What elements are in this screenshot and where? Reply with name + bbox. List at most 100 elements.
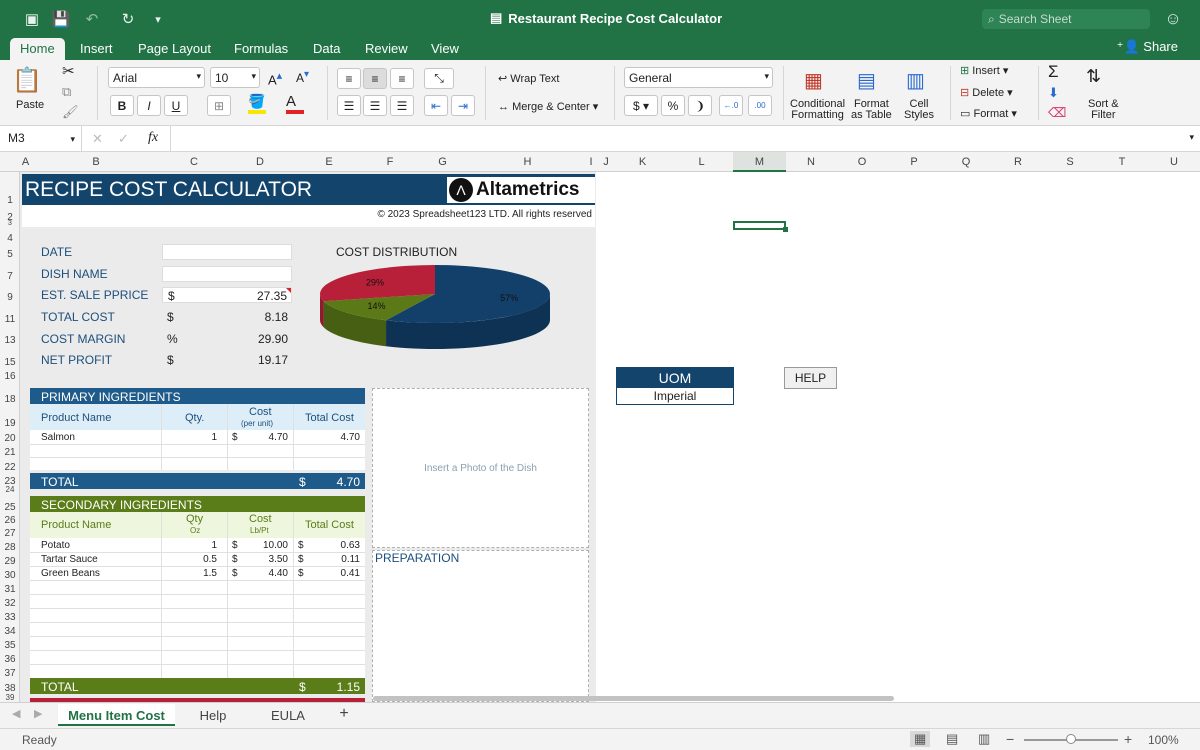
decrease-decimal-icon[interactable]: .00: [748, 95, 772, 116]
column-header[interactable]: H: [470, 156, 585, 168]
row-header[interactable]: 22: [0, 462, 20, 473]
row-header[interactable]: 26: [0, 515, 20, 526]
row-header[interactable]: 27: [0, 528, 20, 539]
row-header[interactable]: 34: [0, 626, 20, 637]
cost-distribution-chart[interactable]: 57% 14% 29%: [320, 264, 570, 360]
customize-toolbar-icon[interactable]: ▾: [148, 9, 168, 29]
row-header[interactable]: 18: [0, 394, 20, 405]
fill-handle[interactable]: [783, 227, 788, 232]
font-name-select[interactable]: Arial ▾: [108, 67, 205, 88]
row-header[interactable]: 33: [0, 612, 20, 623]
decrease-font-icon[interactable]: A▾: [296, 69, 309, 85]
page-break-view-icon[interactable]: ▥: [978, 731, 990, 747]
cell-styles-icon[interactable]: ▥: [906, 68, 925, 93]
align-bottom-icon[interactable]: ≡: [390, 68, 414, 89]
sale-price-input[interactable]: $ 27.35: [162, 287, 292, 303]
date-input[interactable]: [162, 244, 292, 260]
tab-formulas[interactable]: Formulas: [234, 38, 288, 60]
delete-cells-button[interactable]: ⊟ Delete ▾: [960, 86, 1013, 99]
zoom-slider-thumb[interactable]: [1066, 734, 1076, 744]
align-right-icon[interactable]: ☰: [390, 95, 414, 116]
underline-button[interactable]: U: [164, 95, 188, 116]
row-header[interactable]: 15: [0, 357, 20, 368]
row-header[interactable]: 39: [0, 693, 20, 702]
zoom-out-icon[interactable]: −: [1006, 731, 1014, 747]
search-sheet-input[interactable]: ⌕ Search Sheet: [982, 9, 1150, 29]
expand-formula-icon[interactable]: ▾: [1189, 132, 1194, 143]
save-icon[interactable]: 💾: [51, 9, 71, 29]
column-header[interactable]: S: [1044, 156, 1096, 168]
scroll-tabs-left-icon[interactable]: ◀: [12, 707, 20, 720]
page-layout-view-icon[interactable]: ▤: [946, 731, 958, 747]
row-header[interactable]: 4: [0, 233, 20, 244]
fill-icon[interactable]: ⬇: [1048, 85, 1059, 101]
column-header[interactable]: I: [585, 156, 597, 168]
sort-filter-button[interactable]: Sort & Filter: [1088, 99, 1119, 121]
conditional-formatting-icon[interactable]: ▦: [804, 68, 823, 93]
align-top-icon[interactable]: ≡: [337, 68, 361, 89]
column-header[interactable]: F: [365, 156, 415, 168]
sheet-tab-eula[interactable]: EULA: [252, 704, 324, 726]
row-header[interactable]: 21: [0, 447, 20, 458]
percent-icon[interactable]: %: [661, 95, 685, 116]
column-header[interactable]: R: [992, 156, 1044, 168]
column-header[interactable]: N: [786, 156, 836, 168]
dish-name-input[interactable]: [162, 266, 292, 282]
tab-review[interactable]: Review: [365, 38, 408, 60]
fill-color-icon[interactable]: 🪣: [248, 93, 266, 114]
format-cells-button[interactable]: ▭ Format ▾: [960, 107, 1017, 120]
tab-page-layout[interactable]: Page Layout: [138, 38, 211, 60]
column-header[interactable]: E: [293, 156, 365, 168]
undo-icon[interactable]: ↶: [82, 9, 102, 29]
paste-icon[interactable]: 📋: [12, 66, 42, 95]
formula-input[interactable]: [170, 126, 1185, 152]
row-header[interactable]: 37: [0, 668, 20, 679]
dish-photo-placeholder[interactable]: Insert a Photo of the Dish: [372, 388, 589, 548]
scroll-tabs-right-icon[interactable]: ▶: [34, 707, 42, 720]
sort-filter-icon[interactable]: ⇅: [1086, 66, 1101, 87]
cut-icon[interactable]: ✂: [62, 62, 75, 80]
row-header[interactable]: 19: [0, 418, 20, 429]
currency-icon[interactable]: $ ▾: [624, 95, 658, 116]
row-header[interactable]: 35: [0, 640, 20, 651]
bold-button[interactable]: B: [110, 95, 134, 116]
column-header[interactable]: L: [670, 156, 733, 168]
column-header[interactable]: U: [1148, 156, 1200, 168]
enter-icon[interactable]: ✓: [118, 131, 129, 147]
increase-decimal-icon[interactable]: ←.0: [719, 95, 743, 116]
sheet-tab-help[interactable]: Help: [180, 704, 246, 726]
align-left-icon[interactable]: ☰: [337, 95, 361, 116]
column-header[interactable]: A: [20, 156, 31, 168]
column-header[interactable]: M: [733, 152, 786, 172]
tab-data[interactable]: Data: [313, 38, 340, 60]
borders-icon[interactable]: ⊞: [207, 95, 231, 116]
tab-home[interactable]: Home: [10, 38, 65, 60]
row-header[interactable]: 32: [0, 598, 20, 609]
column-header[interactable]: D: [227, 156, 293, 168]
column-header[interactable]: P: [888, 156, 940, 168]
uom-select[interactable]: Imperial: [617, 388, 733, 404]
increase-font-icon[interactable]: A▴: [268, 69, 282, 87]
row-header[interactable]: 5: [0, 249, 20, 260]
name-box[interactable]: M3 ▾: [0, 126, 82, 152]
wrap-text-button[interactable]: ↩ Wrap Text: [498, 72, 559, 85]
insert-cells-button[interactable]: ⊞ Insert ▾: [960, 64, 1008, 77]
sheet-tab-menu-item-cost[interactable]: Menu Item Cost: [58, 704, 175, 726]
number-format-select[interactable]: General ▾: [624, 67, 773, 88]
autosum-icon[interactable]: Σ: [1048, 62, 1059, 82]
clear-icon[interactable]: ⌫: [1048, 105, 1066, 121]
cell-styles-button[interactable]: Cell Styles: [904, 99, 934, 121]
row-header[interactable]: 9: [0, 292, 20, 303]
preparation-box[interactable]: PREPARATION: [372, 550, 589, 702]
font-color-icon[interactable]: A: [286, 93, 304, 114]
row-header[interactable]: 25: [0, 502, 20, 513]
format-painter-icon[interactable]: 🖌: [62, 104, 79, 120]
redo-icon[interactable]: ↻: [118, 9, 138, 29]
function-icon[interactable]: fx: [148, 130, 158, 146]
tab-insert[interactable]: Insert: [80, 38, 113, 60]
copy-icon[interactable]: ⧉: [62, 84, 71, 100]
column-header[interactable]: Q: [940, 156, 992, 168]
row-header[interactable]: 36: [0, 654, 20, 665]
row-header[interactable]: 30: [0, 570, 20, 581]
help-button[interactable]: HELP: [784, 367, 837, 389]
